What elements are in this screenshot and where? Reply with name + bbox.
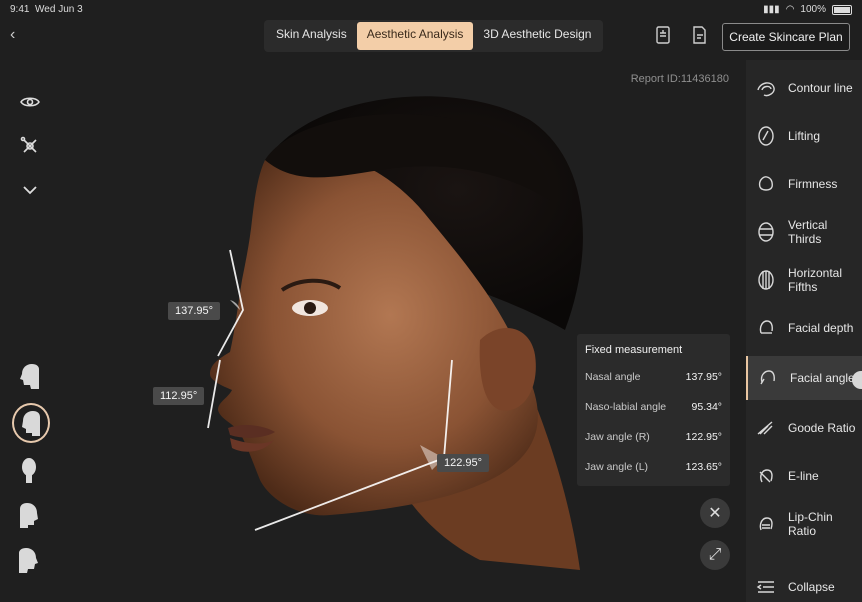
chevron-down-icon[interactable]: [18, 178, 42, 202]
view-thumb-front[interactable]: [12, 452, 46, 488]
eye-icon[interactable]: [18, 90, 42, 114]
nasal-angle-label: 137.95°: [168, 302, 221, 320]
status-time: 9:41 Wed Jun 3: [10, 4, 83, 15]
collapse-icon: [756, 581, 774, 593]
back-button[interactable]: ‹: [10, 26, 15, 44]
tab-aesthetic-analysis[interactable]: Aesthetic Analysis: [356, 22, 474, 50]
lip-chin-icon: [759, 517, 773, 531]
sidebar-item-lip-chin-ratio[interactable]: Lip-Chin Ratio: [746, 502, 862, 546]
face-render: [207, 96, 583, 570]
expand-icon[interactable]: ⤢: [700, 540, 730, 570]
measurement-row: Jaw angle (R) 122.95°: [585, 431, 722, 443]
panel-title: Fixed measurement: [585, 344, 683, 356]
horizontal-fifths-icon: [758, 270, 774, 290]
sidebar-item-horizontal-fifths[interactable]: Horizontal Fifths: [746, 258, 862, 302]
sidebar-item-lifting[interactable]: Lifting: [746, 114, 862, 158]
view-thumb-right-oblique[interactable]: [12, 497, 46, 533]
compare-report-icon[interactable]: [652, 24, 674, 46]
sidebar-item-facial-angles[interactable]: Facial angles: [746, 356, 862, 400]
export-report-icon[interactable]: [688, 24, 710, 46]
naso-labial-angle-label: 112.95°: [153, 387, 205, 405]
measurement-row: Jaw angle (L) 123.65°: [585, 461, 722, 473]
analysis-tabs: Skin Analysis Aesthetic Analysis 3D Aest…: [264, 20, 604, 52]
measurement-row: Naso-labial angle 95.34°: [585, 401, 722, 413]
sidebar-item-facial-depth[interactable]: Facial depth: [746, 306, 862, 350]
signal-icon: ▮▮▮: [763, 4, 780, 15]
analysis-sidebar: Contour line Lifting Firmness Vertical T…: [746, 60, 862, 602]
tab-skin-analysis[interactable]: Skin Analysis: [266, 22, 357, 50]
create-skincare-plan-button[interactable]: Create Skincare Plan: [722, 23, 850, 51]
sidebar-item-firmness[interactable]: Firmness: [746, 162, 862, 206]
contour-icon: [757, 82, 775, 97]
e-line-icon: [759, 469, 773, 483]
jaw-angle-label: 122.95°: [437, 454, 490, 472]
sidebar-item-goode-ratio[interactable]: Goode Ratio: [746, 406, 862, 450]
face-3d-viewport[interactable]: [60, 60, 743, 602]
view-thumb-right-profile[interactable]: [12, 542, 46, 578]
measurement-row: Nasal angle 137.95°: [585, 371, 722, 383]
lifting-icon: [758, 126, 774, 146]
battery-percent: 100%: [800, 4, 826, 15]
marker-points-icon[interactable]: [18, 134, 42, 158]
view-thumbnails: [12, 358, 50, 587]
sidebar-item-vertical-thirds[interactable]: Vertical Thirds: [746, 210, 862, 254]
goode-ratio-icon: [757, 421, 773, 435]
fixed-measurement-panel: Fixed measurement Nasal angle 137.95° Nas…: [577, 334, 730, 486]
close-icon[interactable]: ✕: [700, 498, 730, 528]
sidebar-item-contour-line[interactable]: Contour line: [746, 66, 862, 110]
status-indicators: ▮▮▮ ◠ 100%: [763, 4, 852, 15]
tab-3d-aesthetic-design[interactable]: 3D Aesthetic Design: [473, 22, 601, 50]
facial-angles-icon: [760, 370, 775, 385]
battery-icon: [832, 4, 852, 15]
firmness-icon: [758, 176, 773, 191]
vertical-thirds-icon: [758, 222, 774, 242]
view-thumb-left-oblique[interactable]: [12, 403, 50, 443]
facial-depth-icon: [759, 320, 773, 334]
sidebar-item-e-line[interactable]: E-line: [746, 454, 862, 498]
wifi-icon: ◠: [785, 4, 795, 15]
sidebar-collapse-button[interactable]: Collapse: [746, 572, 862, 602]
view-thumb-left-profile[interactable]: [12, 358, 46, 394]
